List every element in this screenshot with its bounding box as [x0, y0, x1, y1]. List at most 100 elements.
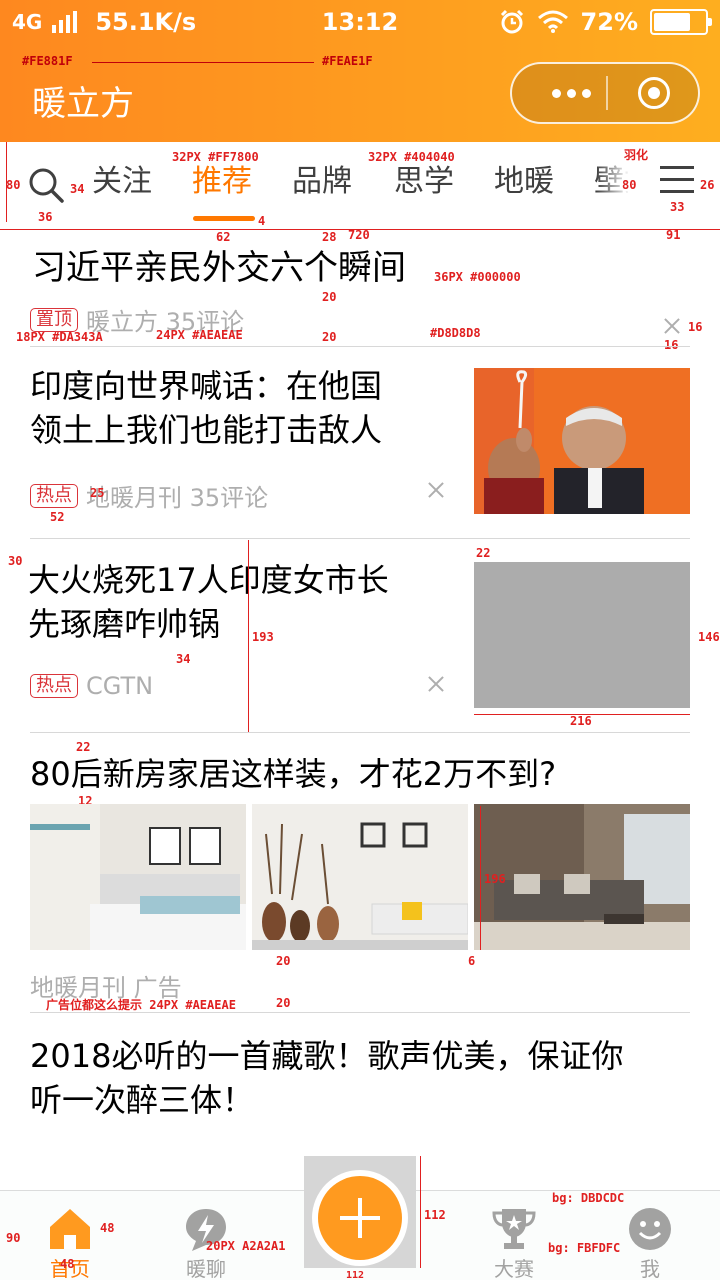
anno-6: 6 — [468, 954, 476, 968]
nav-label: 大赛 — [494, 1257, 534, 1280]
tab-floor-heating[interactable]: 地暖 — [494, 164, 554, 200]
anno-28: 28 — [322, 230, 337, 244]
menu-icon[interactable] — [660, 166, 694, 194]
anno-divider: #D8D8D8 — [430, 326, 481, 340]
pinned-badge: 置顶 — [30, 307, 78, 332]
anno-112a: 112 — [424, 1208, 446, 1222]
more-menu-button[interactable] — [536, 64, 606, 122]
ad-image-vases[interactable] — [252, 804, 468, 950]
anno-62: 62 — [216, 230, 231, 244]
anno-48a: 48 — [100, 1221, 115, 1235]
close-miniprogram-button[interactable] — [638, 77, 670, 109]
app-header: 4G 55.1K/s 13:12 72% #FE881F #FEAE1F 暖立方 — [0, 0, 720, 142]
anno-fade: 羽化 — [624, 148, 649, 162]
article-thumbnail[interactable] — [474, 368, 690, 514]
anno-meta: 24PX #AEAEAE — [156, 328, 243, 342]
anno-33: 33 — [670, 200, 685, 214]
anno-nav-label: 20PX A2A2A1 — [206, 1239, 286, 1253]
app-page: 4G 55.1K/s 13:12 72% #FE881F #FEAE1F 暖立方… — [0, 0, 720, 1280]
anno-216: 216 — [570, 714, 592, 728]
ad-image-bedroom[interactable] — [30, 804, 246, 950]
active-tab-indicator — [193, 216, 255, 221]
anno-30: 30 — [8, 554, 23, 568]
article-title[interactable]: 大火烧死17人印度女市长 先琢磨咋帅锅 — [28, 558, 389, 646]
anno-badge: 18PX #DA343A — [16, 330, 103, 344]
tab-learning[interactable]: 思学 — [394, 164, 454, 200]
tab-follow[interactable]: 关注 — [92, 164, 152, 200]
anno-22a: 22 — [476, 546, 491, 560]
divider — [30, 346, 690, 347]
ad-image-living-room[interactable] — [474, 804, 690, 950]
nav-label: 暖聊 — [186, 1257, 226, 1280]
article-thumbnail-placeholder[interactable] — [474, 562, 690, 708]
article-title[interactable]: 印度向世界喊话：在他国 领土上我们也能打击敌人 — [30, 364, 382, 452]
trophy-icon — [492, 1209, 536, 1249]
article-source: CGTN — [86, 672, 154, 700]
dismiss-icon[interactable] — [428, 676, 444, 692]
battery-icon — [650, 9, 712, 35]
anno-193: 193 — [252, 630, 274, 644]
hot-badge: 热点 — [30, 483, 78, 508]
anno-25: 25 — [90, 486, 105, 500]
anno-112b: 112 — [346, 1270, 365, 1280]
anno-16b: 16 — [664, 338, 679, 352]
article-title[interactable]: 80后新房家居这样装，才花2万不到? — [30, 752, 556, 796]
politician-photo — [474, 368, 690, 514]
anno-48b: 48 — [60, 1257, 75, 1271]
anno-title: 36PX #000000 — [434, 270, 521, 284]
plus-icon — [318, 1176, 402, 1260]
dismiss-icon[interactable] — [428, 482, 444, 498]
status-bar: 4G 55.1K/s 13:12 72% — [0, 0, 720, 48]
nav-item-chat[interactable]: 暖聊 — [146, 1191, 266, 1280]
tab-recommend[interactable]: 推荐 — [192, 164, 252, 200]
smiley-icon — [629, 1208, 671, 1250]
anno-196: 196 — [484, 872, 506, 886]
anno-4: 4 — [258, 214, 266, 228]
anno-720: 720 — [348, 228, 370, 242]
category-tab-bar: 关注 推荐 品牌 思学 地暖 壁挂 32PX #FF7800 32PX #404… — [0, 142, 720, 244]
divider — [30, 1012, 690, 1013]
article-meta: 热点 CGTN — [30, 672, 153, 700]
dismiss-icon[interactable] — [664, 318, 680, 334]
anno-52: 52 — [50, 510, 65, 524]
anno-34: 34 — [70, 182, 85, 196]
anno-normal-tab: 32PX #404040 — [368, 150, 455, 164]
anno-90: 90 — [6, 1231, 21, 1245]
alarm-icon — [500, 9, 523, 34]
app-title: 暖立方 — [32, 84, 134, 124]
anno-ad: 广告位都这么提示 24PX #AEAEAE — [46, 998, 236, 1012]
anno-36: 36 — [38, 210, 53, 224]
anno-34b: 34 — [176, 652, 191, 666]
article-meta: 热点 地暖月刊 35评论 — [30, 478, 268, 513]
nav-label: 我 — [640, 1257, 660, 1280]
divider — [30, 538, 690, 539]
add-post-button[interactable] — [312, 1170, 408, 1266]
anno-91: 91 — [666, 228, 681, 242]
anno-20a: 20 — [322, 290, 337, 304]
battery-percent: 72% — [580, 8, 638, 36]
color-annotation-start: #FE881F — [22, 54, 73, 68]
color-annotation-end: #FEAE1F — [322, 54, 373, 68]
wifi-icon — [537, 10, 568, 33]
gradient-arrow — [92, 62, 314, 63]
tab-brand[interactable]: 品牌 — [292, 164, 352, 200]
measure-112 — [420, 1156, 421, 1268]
hot-badge: 热点 — [30, 674, 78, 698]
article-title[interactable]: 2018必听的一首藏歌！歌声优美，保证你 听一次醉三体！ — [30, 1034, 623, 1122]
measure-193 — [248, 540, 249, 732]
anno-20c: 20 — [276, 954, 291, 968]
anno-active-tab: 32PX #FF7800 — [172, 150, 259, 164]
home-icon — [50, 1209, 90, 1249]
anno-16a: 16 — [688, 320, 703, 334]
article-title[interactable]: 习近平亲民外交六个瞬间 — [32, 246, 406, 290]
search-icon[interactable] — [28, 167, 64, 203]
mini-program-capsule — [510, 62, 700, 124]
anno-80b: 80 — [622, 178, 637, 192]
measure-196 — [480, 806, 481, 950]
anno-bg-fill: bg: FBFDFC — [548, 1241, 621, 1255]
anno-20b: 20 — [322, 330, 337, 344]
anno-146: 146 — [698, 630, 720, 644]
anno-20d: 20 — [276, 996, 291, 1010]
divider — [30, 732, 690, 733]
anno-26: 26 — [700, 178, 715, 192]
